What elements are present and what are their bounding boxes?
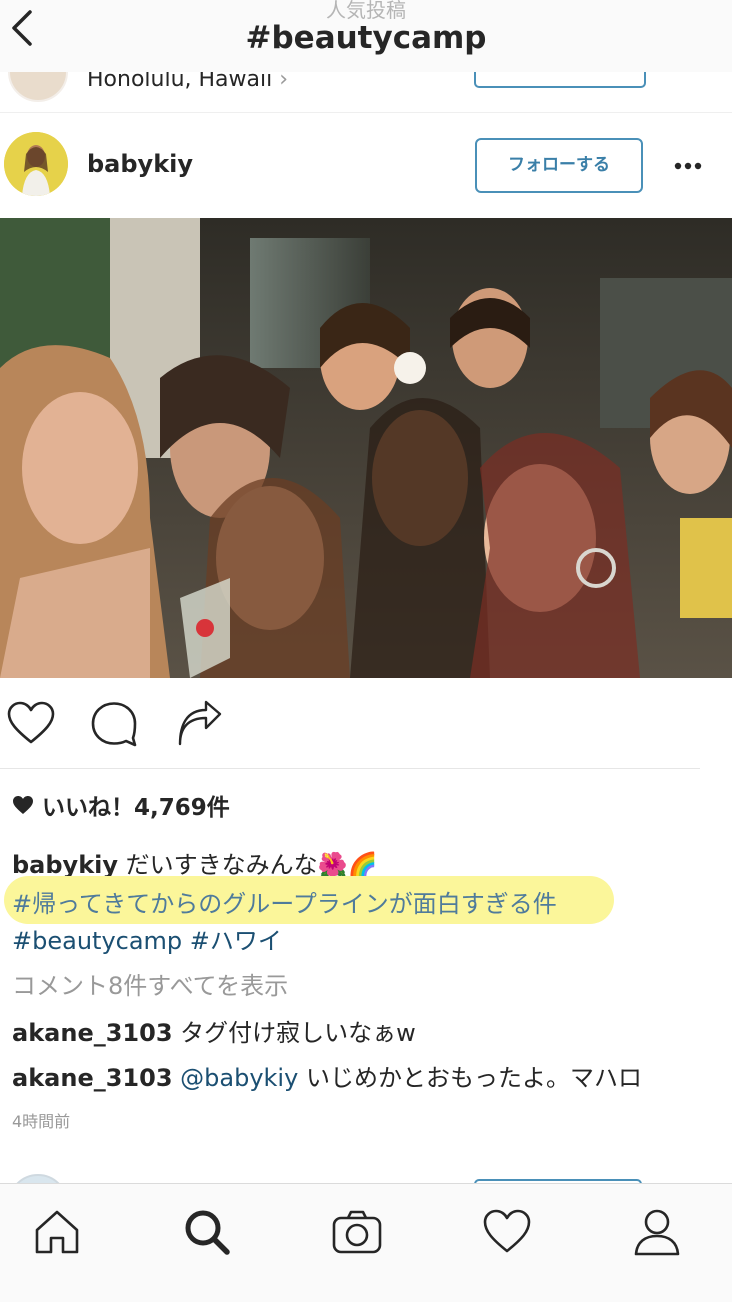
home-icon[interactable] bbox=[31, 1206, 83, 1258]
caption-text: だいすきなみんな🌺🌈 bbox=[125, 851, 378, 879]
avatar[interactable] bbox=[4, 132, 68, 196]
comment-username[interactable]: akane_3103 bbox=[12, 1019, 173, 1047]
camera-icon[interactable] bbox=[331, 1206, 383, 1258]
previous-post-follow-button[interactable] bbox=[474, 72, 646, 88]
previous-post-avatar[interactable] bbox=[8, 72, 68, 102]
location-label: Honolulu, Hawaii bbox=[87, 72, 273, 92]
comment-row: akane_3103 @babykiy いじめかとおもったよ。マハロ bbox=[12, 1058, 642, 1093]
more-horizontal-icon[interactable] bbox=[670, 146, 710, 186]
likes-count[interactable]: いいね！4,769件 bbox=[12, 788, 230, 822]
profile-icon[interactable] bbox=[631, 1206, 683, 1258]
caption-hashtag-link[interactable]: #帰ってきてからのグループラインが面白すぎる件 bbox=[12, 884, 557, 919]
divider bbox=[0, 768, 700, 769]
heart-icon[interactable] bbox=[481, 1206, 533, 1258]
comment-mention[interactable]: @babykiy bbox=[180, 1064, 298, 1092]
comment-username[interactable]: akane_3103 bbox=[12, 1064, 173, 1092]
heart-outline-icon[interactable] bbox=[6, 700, 56, 746]
chevron-left-icon[interactable] bbox=[8, 8, 42, 48]
speech-bubble-icon[interactable] bbox=[89, 700, 139, 748]
post-username[interactable]: babykiy bbox=[87, 150, 193, 178]
comment-text: タグ付け寂しいなぁw bbox=[180, 1019, 416, 1047]
likes-label: いいね！4,769件 bbox=[42, 795, 230, 821]
post-timestamp: 4時間前 bbox=[12, 1112, 71, 1131]
view-all-comments-link[interactable]: コメント8件すべてを表示 bbox=[12, 966, 288, 1001]
previous-post-location[interactable]: Honolulu, Hawaii › bbox=[87, 72, 288, 92]
heart-filled-icon bbox=[13, 796, 33, 814]
previous-post-footer: Honolulu, Hawaii › bbox=[0, 72, 732, 113]
caption-hashtags[interactable]: #beautycamp #ハワイ bbox=[12, 921, 282, 956]
search-icon[interactable] bbox=[181, 1206, 233, 1258]
caption-username[interactable]: babykiy bbox=[12, 851, 118, 879]
share-arrow-icon[interactable] bbox=[176, 700, 222, 746]
top-navigation-bar: 人気投稿 #beautycamp bbox=[0, 0, 732, 73]
comment-row: akane_3103 タグ付け寂しいなぁw bbox=[12, 1013, 416, 1048]
follow-button[interactable]: フォローする bbox=[475, 138, 643, 193]
comment-text: いじめかとおもったよ。マハロ bbox=[305, 1064, 642, 1092]
chevron-right-icon: › bbox=[279, 72, 289, 92]
caption-line: babykiy だいすきなみんな🌺🌈 bbox=[12, 845, 377, 880]
page-title: #beautycamp bbox=[245, 20, 487, 56]
bottom-tab-bar bbox=[0, 1183, 732, 1302]
post-photo[interactable] bbox=[0, 218, 732, 678]
